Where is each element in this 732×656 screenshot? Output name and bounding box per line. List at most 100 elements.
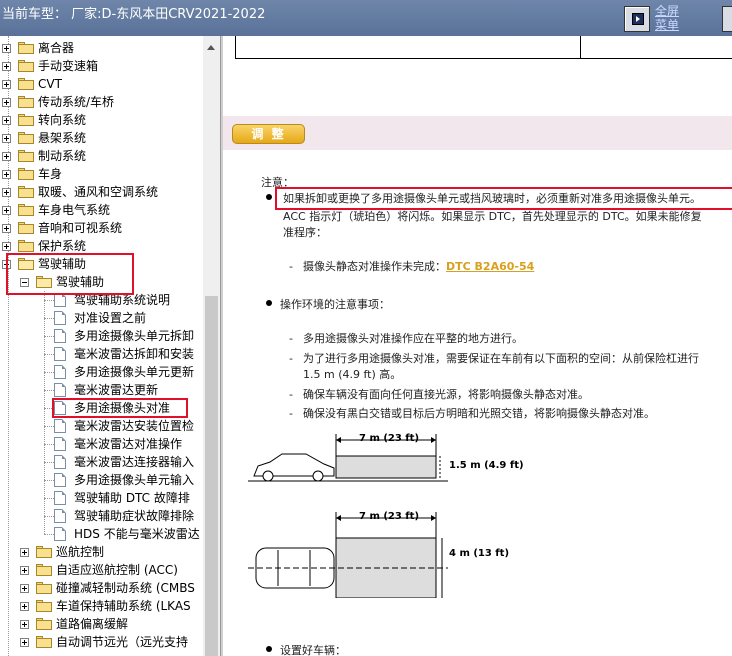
tree-folder-item[interactable]: 取暖、通风和空调系统 xyxy=(0,183,210,201)
highlight-box-driving-assist xyxy=(6,253,134,295)
expand-plus-icon[interactable] xyxy=(2,62,11,71)
expand-plus-icon[interactable] xyxy=(20,566,29,575)
env-item-1: 多用途摄像头对准操作应在平整的地方进行。 xyxy=(303,332,523,345)
top-width-label: 7 m (23 ft) xyxy=(359,511,420,522)
document-icon xyxy=(54,491,66,505)
tree-item-label: 取暖、通风和空调系统 xyxy=(38,185,159,199)
fullscreen-icon xyxy=(632,13,644,25)
tree-folder-item[interactable]: 车身电气系统 xyxy=(0,201,210,219)
tree-doc-item[interactable]: 毫米波雷达更新 xyxy=(0,381,210,399)
folder-icon xyxy=(18,150,34,162)
tree-item-label: 手动变速箱 xyxy=(38,59,99,73)
expand-plus-icon[interactable] xyxy=(20,638,29,647)
toolbar-button-partial[interactable] xyxy=(722,6,732,32)
tree-folder-item[interactable]: 音响和可视系统 xyxy=(0,219,210,237)
tree-folder-item[interactable]: 道路偏离缓解 xyxy=(0,615,210,633)
folder-icon xyxy=(18,60,34,72)
document-icon xyxy=(54,329,66,343)
tree-folder-item[interactable]: 车道保持辅助系统 (LKAS xyxy=(0,597,210,615)
tree-folder-item[interactable]: 制动系统 xyxy=(0,147,210,165)
expand-plus-icon[interactable] xyxy=(2,80,11,89)
tree-folder-item[interactable]: 车身 xyxy=(0,165,210,183)
folder-icon xyxy=(18,168,34,180)
note-line-3: 准程序： xyxy=(283,226,327,239)
tree-doc-item[interactable]: HDS 不能与毫米波雷达 xyxy=(0,525,210,543)
expand-plus-icon[interactable] xyxy=(20,602,29,611)
bullet-icon xyxy=(266,194,272,200)
tree-scrollbar[interactable] xyxy=(203,36,220,656)
tree-folder-item[interactable]: 自动调节远光（远光支持 xyxy=(0,633,210,651)
vehicle-title: 当前车型： 厂家:D-东风本田CRV2021-2022 xyxy=(2,7,266,22)
tree-doc-item[interactable]: 毫米波雷达安装位置检 xyxy=(0,417,210,435)
document-icon xyxy=(54,455,66,469)
tree-folder-item[interactable]: 离合器 xyxy=(0,39,210,57)
title-bar: 当前车型： 厂家:D-东风本田CRV2021-2022 全屏 菜单 xyxy=(0,0,732,36)
tree-doc-item[interactable]: 对准设置之前 xyxy=(0,309,210,327)
document-icon xyxy=(54,509,66,523)
tree-doc-item[interactable]: 驾驶辅助症状故障排除 xyxy=(0,507,210,525)
document-icon xyxy=(54,311,66,325)
tree-folder-item[interactable]: 碰撞减轻制动系统 (CMBS xyxy=(0,579,210,597)
tree-folder-item[interactable]: 巡航控制 xyxy=(0,543,210,561)
tree-item-label: 车道保持辅助系统 (LKAS xyxy=(56,599,191,613)
tree-item-label: 巡航控制 xyxy=(56,545,105,559)
expand-plus-icon[interactable] xyxy=(20,584,29,593)
tree-item-label: 毫米波雷达连接器输入 xyxy=(74,455,195,469)
tree-item-label: 驾驶辅助 DTC 故障排 xyxy=(74,491,190,505)
document-icon xyxy=(54,365,66,379)
fullscreen-button[interactable] xyxy=(624,6,650,32)
side-height-label: 1.5 m (4.9 ft) xyxy=(449,460,524,471)
tree-doc-item[interactable]: 多用途摄像头单元拆卸 xyxy=(0,327,210,345)
tree-item-label: CVT xyxy=(38,77,62,91)
tree-item-label: 自动调节远光（远光支持 xyxy=(56,635,189,649)
expand-plus-icon[interactable] xyxy=(2,224,11,233)
tree-doc-item[interactable]: 驾驶辅助 DTC 故障排 xyxy=(0,489,210,507)
dtc-dash: - xyxy=(289,260,293,273)
tree-item-label: 多用途摄像头单元更新 xyxy=(74,365,195,379)
expand-plus-icon[interactable] xyxy=(2,134,11,143)
expand-plus-icon[interactable] xyxy=(2,170,11,179)
expand-plus-icon[interactable] xyxy=(20,620,29,629)
document-icon xyxy=(54,419,66,433)
tree-doc-item[interactable]: 毫米波雷达对准操作 xyxy=(0,435,210,453)
folder-icon xyxy=(36,582,52,594)
expand-plus-icon[interactable] xyxy=(2,116,11,125)
scrollbar-thumb[interactable] xyxy=(205,296,218,656)
tree-item-label: 多用途摄像头单元拆卸 xyxy=(74,329,195,343)
document-icon xyxy=(54,437,66,451)
folder-icon xyxy=(18,96,34,108)
tree-doc-item[interactable]: 多用途摄像头单元输入 xyxy=(0,471,210,489)
tree-folder-item[interactable]: 手动变速箱 xyxy=(0,57,210,75)
expand-plus-icon[interactable] xyxy=(2,206,11,215)
tree-doc-item[interactable]: 多用途摄像头单元更新 xyxy=(0,363,210,381)
expand-plus-icon[interactable] xyxy=(2,44,11,53)
dtc-link[interactable]: DTC B2A60-54 xyxy=(446,260,534,273)
tree-folder-item[interactable]: 转向系统 xyxy=(0,111,210,129)
tree-item-label: 毫米波雷达更新 xyxy=(74,383,159,397)
expand-plus-icon[interactable] xyxy=(2,188,11,197)
tree-item-label: 传动系统/车桥 xyxy=(38,95,115,109)
tree-item-label: 多用途摄像头单元输入 xyxy=(74,473,195,487)
table-bottom-edge xyxy=(235,36,732,59)
tree-folder-item[interactable]: CVT xyxy=(0,75,210,93)
setup-vehicle-text: 设置好车辆： xyxy=(280,644,346,656)
bullet-icon xyxy=(266,300,272,306)
env-item-2: 为了进行多用途摄像头对准，需要保证在车前有以下面积的空间：从前保险杠进行 xyxy=(303,352,699,365)
adjust-section-button[interactable]: 调 整 xyxy=(232,124,305,144)
tree-item-label: 自适应巡航控制 (ACC) xyxy=(56,563,178,577)
expand-plus-icon[interactable] xyxy=(2,98,11,107)
expand-plus-icon[interactable] xyxy=(2,242,11,251)
tree-folder-item[interactable]: 自适应巡航控制 (ACC) xyxy=(0,561,210,579)
document-icon xyxy=(54,473,66,487)
tree-item-label: 毫米波雷达拆卸和安装 xyxy=(74,347,195,361)
tree-folder-item[interactable]: 悬架系统 xyxy=(0,129,210,147)
fullscreen-menu-link[interactable]: 全屏 菜单 xyxy=(655,4,679,32)
tree-folder-item[interactable]: 传动系统/车桥 xyxy=(0,93,210,111)
scroll-up-arrow-icon[interactable] xyxy=(203,42,220,56)
expand-plus-icon[interactable] xyxy=(20,548,29,557)
tree-doc-item[interactable]: 毫米波雷达拆卸和安装 xyxy=(0,345,210,363)
tree-item-label: 毫米波雷达安装位置检 xyxy=(74,419,195,433)
expand-plus-icon[interactable] xyxy=(2,152,11,161)
tree-item-label: 道路偏离缓解 xyxy=(56,617,129,631)
tree-doc-item[interactable]: 毫米波雷达连接器输入 xyxy=(0,453,210,471)
